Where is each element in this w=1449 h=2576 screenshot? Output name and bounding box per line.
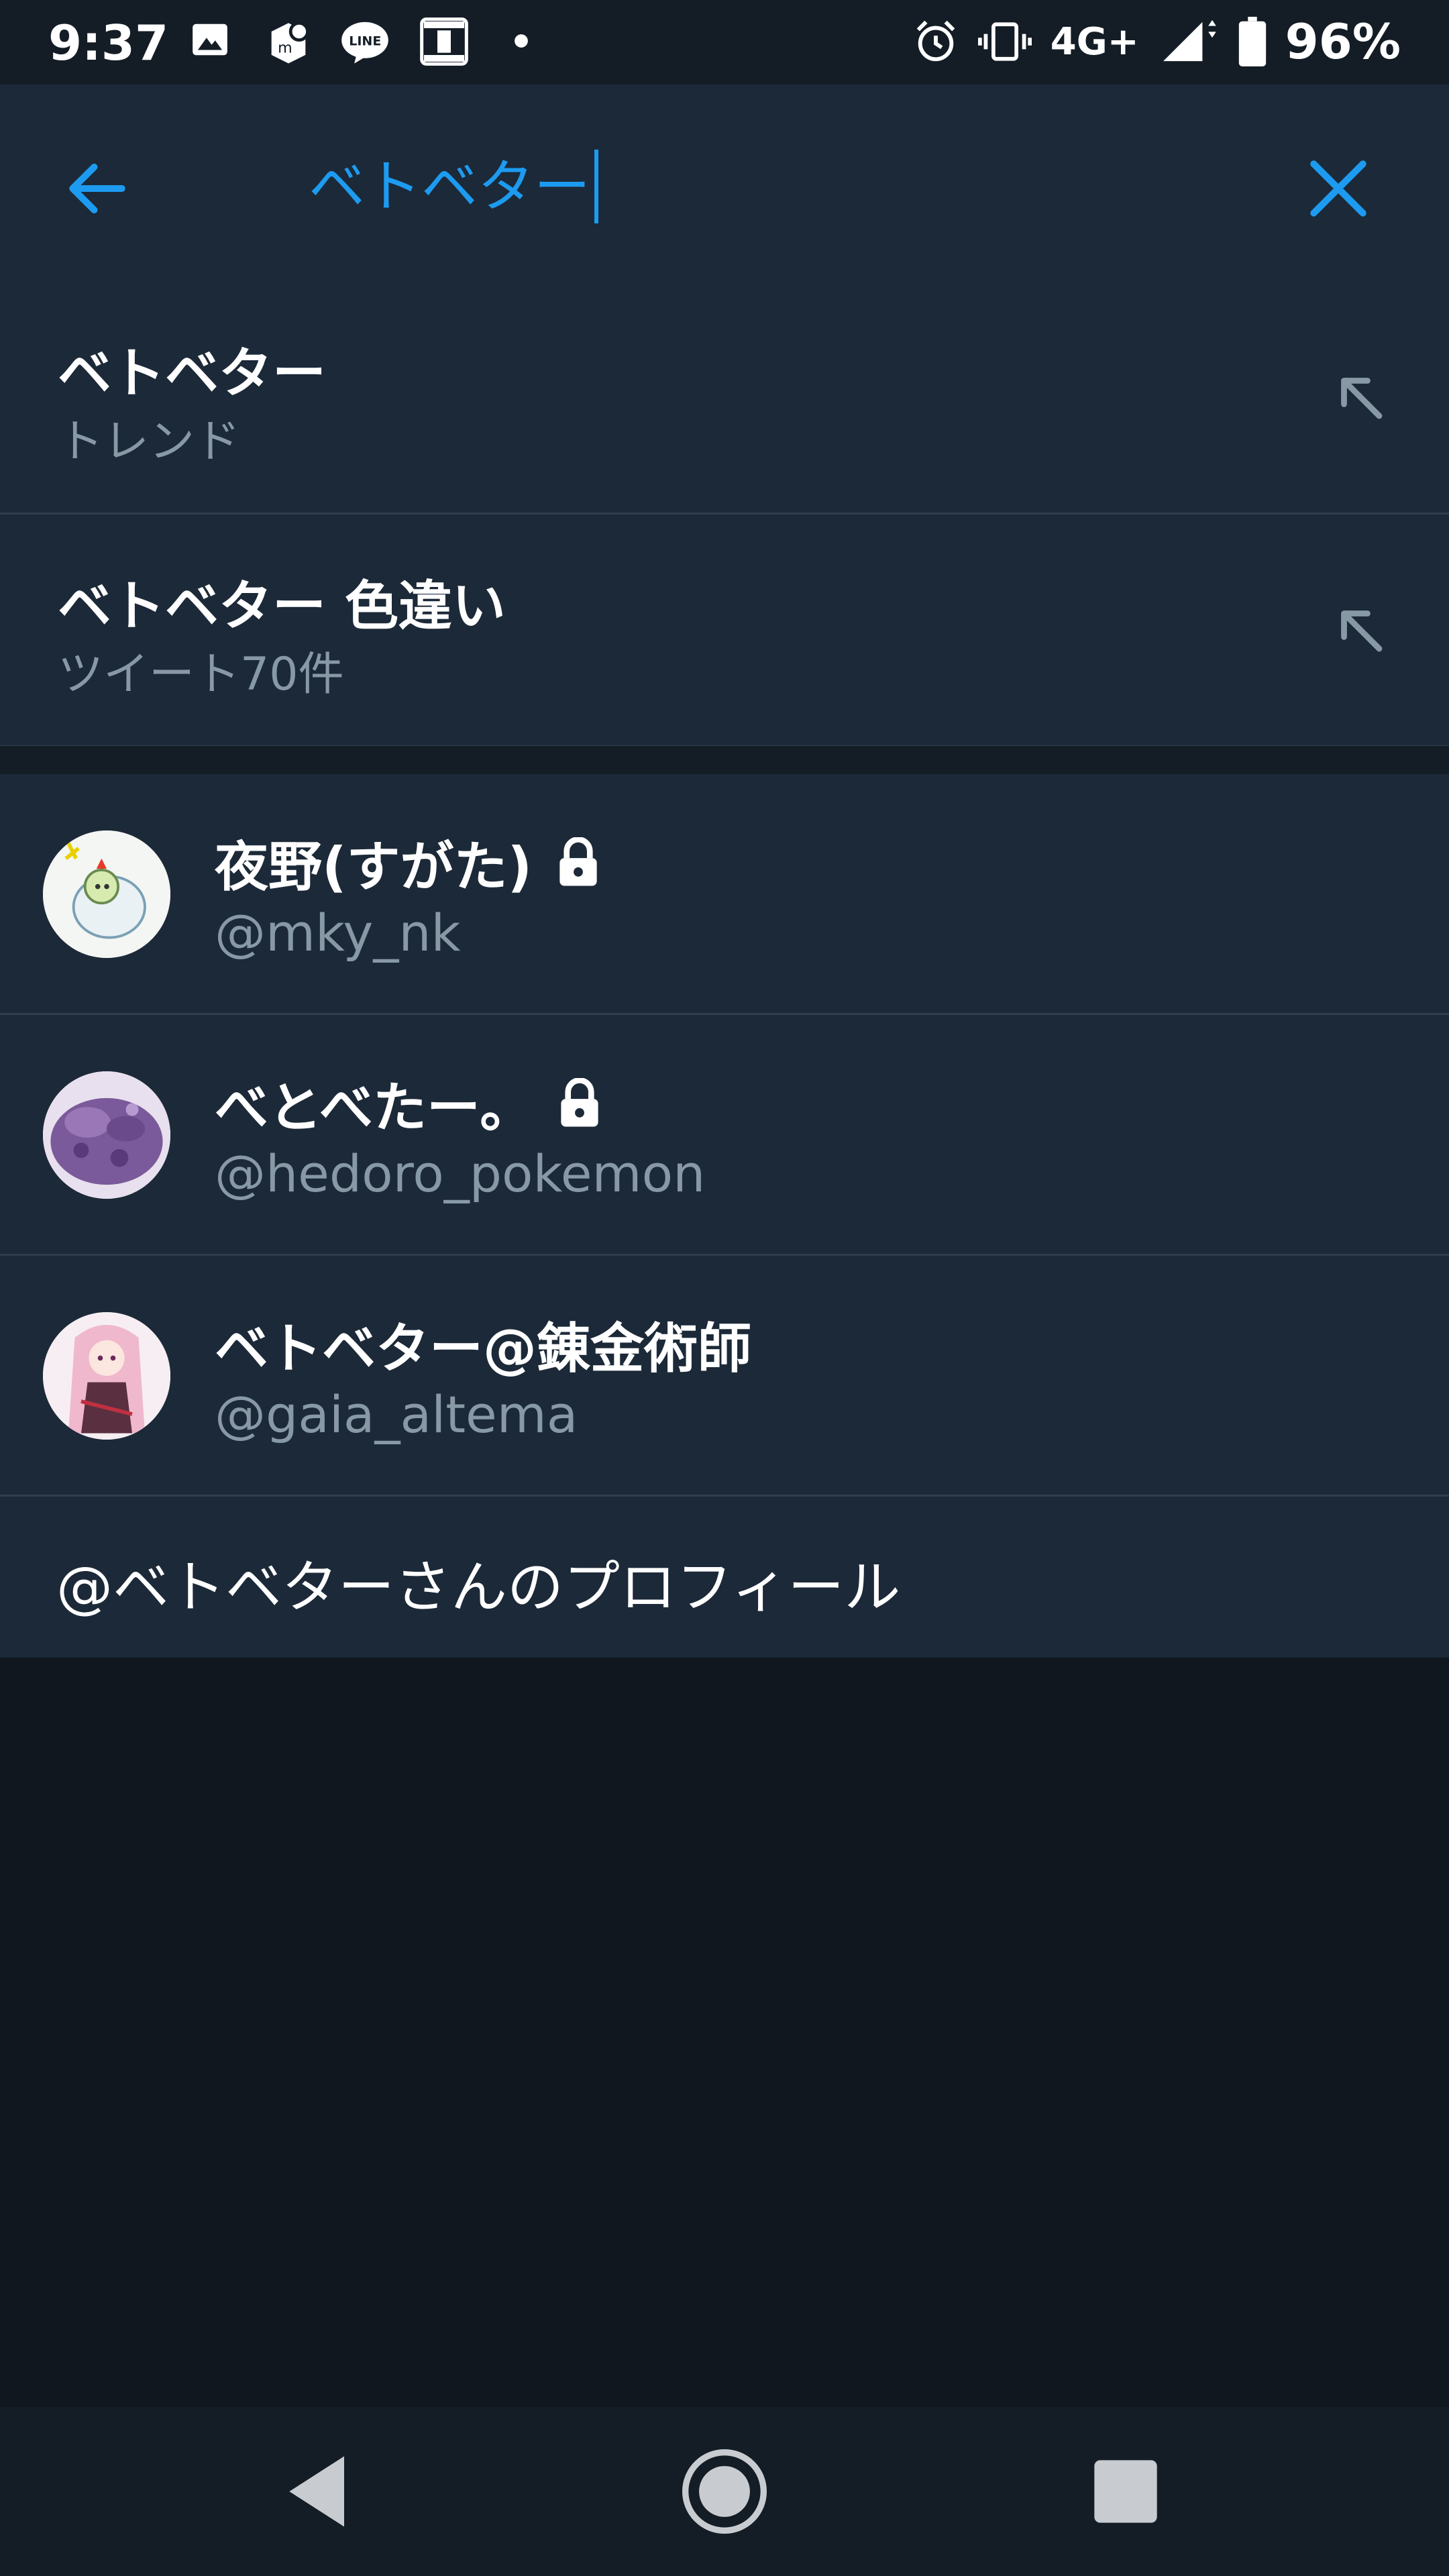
clear-search-icon[interactable] [1301,152,1375,225]
user-row[interactable]: べとべたー。 @hedoro_pokemon [0,1015,1449,1256]
vibrate-icon [977,22,1032,61]
battery-percent: 96% [1285,13,1401,70]
status-time: 9:37 [48,15,169,71]
search-suggestions: ベトベター トレンド ベトベター 色違い ツイート70件 [0,282,1449,747]
lock-icon [561,1078,598,1127]
lawson-station-icon [420,17,468,66]
line-icon: LINE [341,21,388,64]
search-input[interactable]: ベトベター [309,146,599,227]
user-name-text: ベトベター@錬金術師 [215,1318,751,1380]
user-name: ベトベター@錬金術師 [215,1305,751,1383]
status-bar: 9:37 m LINE 4G+ 96% [0,0,1449,85]
section-divider [0,746,1449,774]
user-row[interactable]: ベトベター@錬金術師 @gaia_altema [0,1256,1449,1497]
user-handle: @mky_nk [215,903,461,963]
recents-nav-icon[interactable] [1079,2445,1173,2538]
user-row[interactable]: 夜野(すがた) @mky_nk [0,774,1449,1015]
suggestion-subtitle: ツイート70件 [58,648,344,701]
user-handle: @hedoro_pokemon [215,1144,706,1203]
user-name: 夜野(すがた) [215,824,602,902]
user-name-text: べとべたー。 [215,1077,534,1139]
avatar[interactable] [43,1071,170,1199]
text-caret [594,150,599,223]
dot-icon [515,34,528,48]
svg-text:LINE: LINE [349,34,381,49]
fill-query-arrow-icon[interactable] [1332,602,1389,658]
user-results: 夜野(すがた) @mky_nk べとべたー。 @hedoro_pokemon ベ… [0,774,1449,1658]
back-arrow-icon[interactable] [60,152,134,225]
avatar[interactable] [43,830,170,958]
status-right: 4G+ 96% [912,13,1401,70]
user-name-text: 夜野(すがた) [215,836,533,898]
signal-icon [1163,19,1216,62]
suggestion-item[interactable]: ベトベター トレンド [0,282,1449,515]
suggestion-title: ベトベター 色違い [58,575,506,637]
user-name: べとべたー。 [215,1065,603,1142]
fill-query-arrow-icon[interactable] [1332,369,1389,425]
network-type: 4G+ [1050,19,1139,64]
suggestion-subtitle: トレンド [58,415,241,468]
avatar[interactable] [43,1312,170,1440]
suggestion-item[interactable]: ベトベター 色違い ツイート70件 [0,515,1449,747]
profile-link-text: @ベトベターさんのプロフィール [56,1554,901,1620]
lock-icon [559,837,597,886]
go-to-profile-link[interactable]: @ベトベターさんのプロフィール [0,1497,1449,1658]
back-nav-icon[interactable] [274,2445,368,2538]
image-icon [193,23,227,56]
alarm-icon [916,20,955,62]
suggestion-title: ベトベター [58,342,326,405]
battery-icon [1238,17,1266,66]
system-nav-bar [0,2407,1449,2576]
user-handle: @gaia_altema [215,1385,578,1444]
search-query-text: ベトベター [309,154,591,219]
home-nav-icon[interactable] [678,2445,771,2538]
svg-text:m: m [278,40,292,57]
search-header: ベトベター [0,85,1449,284]
mercari-icon: m [271,21,309,64]
